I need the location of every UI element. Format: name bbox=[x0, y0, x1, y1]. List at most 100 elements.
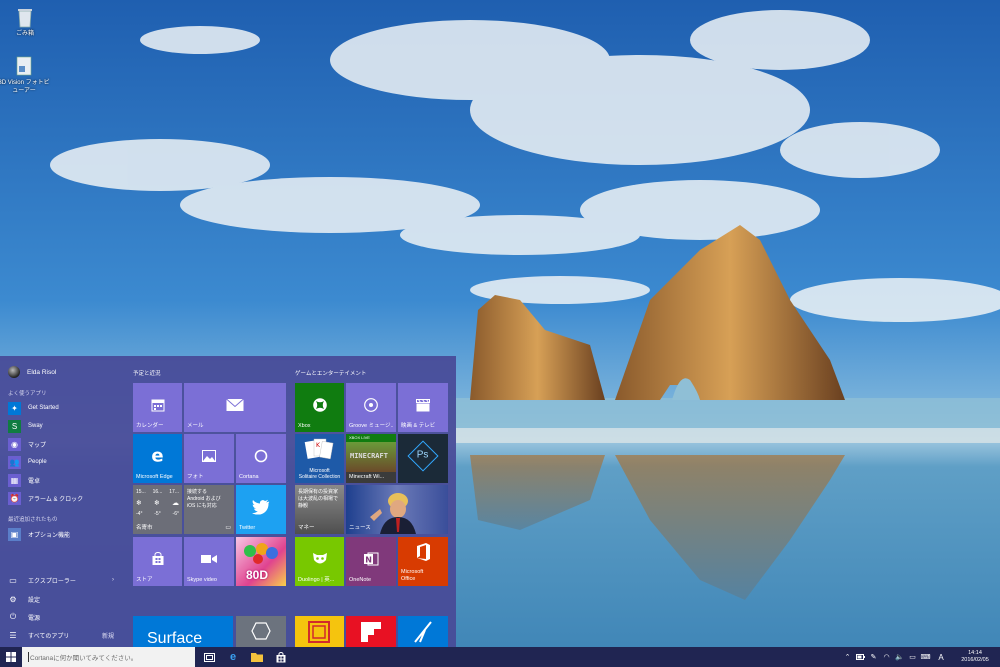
app-people[interactable]: 👥 People bbox=[8, 454, 118, 470]
tile-mail[interactable]: メール bbox=[184, 383, 286, 432]
desktop-icon-label: 3D Vision フォトビューアー bbox=[0, 80, 50, 94]
twitter-bird-icon bbox=[252, 499, 270, 515]
taskbar-explorer-button[interactable] bbox=[245, 647, 269, 667]
tile-xbox[interactable]: Xbox bbox=[295, 383, 344, 432]
tile-office[interactable]: Microsoft Office bbox=[398, 537, 448, 586]
groove-music-icon bbox=[364, 397, 378, 412]
tile-group-label-games: ゲームとエンターテイメント bbox=[295, 371, 367, 377]
expand-chevron-icon: › bbox=[112, 577, 114, 583]
desktop-icon-label: ごみ箱 bbox=[15, 31, 34, 37]
volume-icon[interactable]: 🔈 bbox=[893, 647, 906, 667]
tile-cortana[interactable]: Cortana bbox=[236, 434, 286, 483]
alarm-icon: ⏰ bbox=[8, 491, 21, 505]
hexagon-icon bbox=[251, 622, 271, 640]
system-tray: ⌃ ✎ ◠ 🔈 ▭ ⌨ A 14:14 2016/02/05 bbox=[841, 647, 1000, 667]
keyboard-icon[interactable]: ⌨ bbox=[919, 647, 932, 667]
clock[interactable]: 14:14 2016/02/05 bbox=[950, 650, 1000, 664]
app-alarms[interactable]: ⏰ アラーム & クロック bbox=[8, 490, 118, 506]
tile-hexagon-app[interactable] bbox=[236, 616, 286, 647]
store-bag-icon bbox=[276, 651, 286, 662]
all-apps-item[interactable]: ☰ すべてのアプリ 新規 bbox=[8, 627, 118, 643]
app-optional-features[interactable]: ▣ オプション機能 bbox=[8, 526, 118, 542]
surface-title: Surface bbox=[147, 630, 203, 647]
lightbulb-icon: ✦ bbox=[8, 401, 21, 415]
list-icon: ☰ bbox=[9, 630, 17, 640]
action-center-icon[interactable]: ▭ bbox=[906, 647, 919, 667]
calendar-icon bbox=[151, 399, 164, 412]
power-item[interactable]: ⏻ 電源 bbox=[8, 609, 118, 625]
minecraft-title: MINECRAFT bbox=[350, 452, 388, 460]
start-menu: Elda Risol よく使うアプリ ✦ Get Started S Sway … bbox=[0, 356, 456, 647]
playing-cards-icon: K bbox=[304, 438, 334, 460]
map-icon: ◉ bbox=[8, 437, 21, 451]
most-used-label: よく使うアプリ bbox=[8, 391, 47, 397]
edge-icon: e bbox=[229, 651, 237, 663]
cortana-icon bbox=[254, 449, 268, 462]
taskbar: Cortanaに何か聞いてみてください。 e ⌃ ✎ ◠ 🔈 ▭ ⌨ A 14:… bbox=[0, 647, 1000, 667]
app-sway[interactable]: S Sway bbox=[8, 418, 118, 434]
phone-icon: ▭ bbox=[225, 525, 231, 531]
tile-yellow-app[interactable] bbox=[295, 616, 344, 647]
photoshop-icon: Ps bbox=[407, 439, 439, 472]
tile-minecraft[interactable]: XBOX LIVE MINECRAFT Minecraft Wi... bbox=[346, 434, 396, 483]
tile-money[interactable]: 長期保有の投資家は大波乱の相場で静観 マネー bbox=[295, 485, 344, 534]
tile-solitaire[interactable]: K Microsoft Solitaire Collection bbox=[295, 434, 344, 483]
explorer-item[interactable]: ▭ エクスプローラー › bbox=[8, 572, 118, 588]
edge-icon: e bbox=[151, 445, 164, 467]
avatar bbox=[8, 366, 20, 378]
tile-blue-app[interactable] bbox=[398, 616, 448, 647]
battery-icon[interactable] bbox=[854, 647, 867, 667]
duolingo-owl-icon bbox=[312, 552, 327, 564]
app-maps[interactable]: ◉ マップ bbox=[8, 436, 118, 452]
ime-mode-indicator[interactable]: A bbox=[932, 647, 950, 667]
office-icon bbox=[417, 543, 430, 561]
video-camera-icon bbox=[201, 554, 217, 563]
tile-onenote[interactable]: N OneNote bbox=[346, 537, 396, 586]
candy-icon bbox=[244, 543, 278, 564]
show-hidden-icons-chevron-icon[interactable]: ⌃ bbox=[841, 647, 854, 667]
people-icon: 👥 bbox=[8, 455, 21, 469]
taskbar-edge-button[interactable]: e bbox=[221, 647, 245, 667]
desktop-icon-3d-vision[interactable]: 3D Vision フォトビューアー bbox=[0, 55, 50, 95]
tile-candy-crush[interactable]: 80D bbox=[236, 537, 286, 586]
recent-label: 最近追加されたもの bbox=[8, 517, 58, 523]
network-icon[interactable]: ◠ bbox=[880, 647, 893, 667]
stylus-icon bbox=[414, 621, 432, 643]
tile-edge[interactable]: e Microsoft Edge bbox=[133, 434, 182, 483]
tile-news[interactable]: ニュース bbox=[346, 485, 448, 534]
tile-store-promo[interactable]: 接続する Android および iOS にも対応 ▭ bbox=[184, 485, 234, 534]
app-get-started[interactable]: ✦ Get Started bbox=[8, 400, 118, 416]
tile-movies-tv[interactable]: 映画 & テレビ bbox=[398, 383, 448, 432]
folder-icon: ▭ bbox=[9, 575, 17, 585]
tile-calendar[interactable]: カレンダー bbox=[133, 383, 182, 432]
start-button[interactable] bbox=[0, 647, 22, 667]
onenote-icon: N bbox=[364, 552, 379, 566]
settings-item[interactable]: ⚙ 設定 bbox=[8, 591, 118, 607]
tile-weather[interactable]: 15... 16... 17... ❄ ❄ ☁ -4° -5° -6° 名寄市 bbox=[133, 485, 182, 534]
tile-flipboard[interactable] bbox=[346, 616, 396, 647]
tile-store[interactable]: ストア bbox=[133, 537, 182, 586]
tile-skype-video[interactable]: Skype video bbox=[184, 537, 234, 586]
app-calculator[interactable]: ▦ 電卓 bbox=[8, 472, 118, 488]
tile-photoshop-express[interactable]: Ps bbox=[398, 434, 448, 483]
tile-twitter[interactable]: Twitter bbox=[236, 485, 286, 534]
calculator-icon: ▦ bbox=[8, 473, 21, 487]
pen-workspace-icon[interactable]: ✎ bbox=[867, 647, 880, 667]
clock-date: 2016/02/05 bbox=[961, 657, 989, 663]
task-view-button[interactable] bbox=[197, 647, 221, 667]
tile-duolingo[interactable]: Duolingo | 英... bbox=[295, 537, 344, 586]
desktop-icon-recycle-bin[interactable]: ごみ箱 bbox=[3, 6, 47, 38]
user-account[interactable]: Elda Risol bbox=[8, 365, 56, 379]
store-bag-icon bbox=[152, 551, 163, 565]
taskbar-store-button[interactable] bbox=[269, 647, 293, 667]
cortana-search-box[interactable]: Cortanaに何か聞いてみてください。 bbox=[22, 647, 195, 667]
tile-groove[interactable]: Groove ミュージ... bbox=[346, 383, 396, 432]
text-caret bbox=[28, 652, 29, 662]
xbox-live-badge: XBOX LIVE bbox=[346, 434, 396, 442]
clock-time: 14:14 bbox=[968, 650, 982, 656]
tile-photos[interactable]: フォト bbox=[184, 434, 234, 483]
clapperboard-icon bbox=[416, 398, 430, 412]
options-icon: ▣ bbox=[8, 527, 21, 541]
candy-title: 80D bbox=[246, 568, 269, 582]
tile-surface[interactable]: Surface bbox=[133, 616, 233, 647]
